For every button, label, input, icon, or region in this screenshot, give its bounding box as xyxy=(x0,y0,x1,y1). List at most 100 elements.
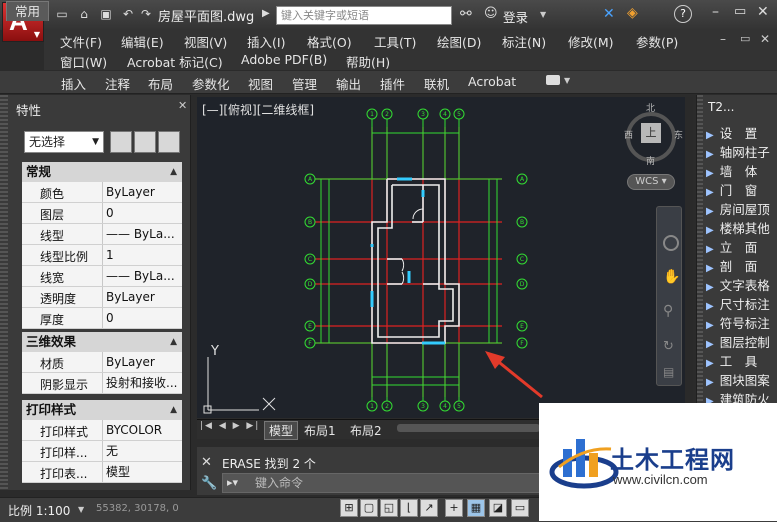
exchange-icon[interactable]: ✕ xyxy=(603,6,615,22)
panel-grip[interactable] xyxy=(0,95,8,490)
chevron-down-icon[interactable]: ▼ xyxy=(78,505,84,514)
cursor-coordinates[interactable]: 55382, 30178, 0 xyxy=(96,503,179,514)
palette-item[interactable]: ▶ 工 具 xyxy=(706,351,757,370)
menu-view[interactable]: 视图(V) xyxy=(184,32,227,51)
layout-nav-arrows[interactable]: |◀ ◀ ▶ ▶| xyxy=(200,421,260,431)
palette-item[interactable]: ▶ 门 窗 xyxy=(706,180,757,199)
zoom-icon[interactable]: ⚲ xyxy=(663,303,673,319)
menu-help[interactable]: 帮助(H) xyxy=(346,52,390,71)
wcs-menu[interactable]: WCS ▾ xyxy=(627,174,675,190)
ortho-mode-icon[interactable]: ⌊ xyxy=(400,499,418,517)
palette-item[interactable]: ▶ 符号标注 xyxy=(706,313,770,332)
quick-select-icon[interactable] xyxy=(158,131,180,153)
close-icon[interactable]: ✕ xyxy=(178,99,187,112)
tab-online[interactable]: 联机 xyxy=(424,74,449,93)
property-row[interactable]: 打印样式 BYCOLOR xyxy=(22,420,182,441)
menu-draw[interactable]: 绘图(D) xyxy=(437,32,481,51)
horizontal-scrollbar[interactable] xyxy=(397,424,540,432)
annotation-scale[interactable]: 比例 1:100 xyxy=(8,502,70,519)
property-value[interactable]: 1 xyxy=(102,245,186,265)
restore-doc-icon[interactable]: ▭ xyxy=(740,32,750,45)
section-3d-effects[interactable]: 三维效果 ▲ xyxy=(22,332,182,352)
orbit-icon[interactable]: ↻ xyxy=(663,339,674,354)
menu-tools[interactable]: 工具(T) xyxy=(374,32,416,51)
tab-parametric[interactable]: 参数化 xyxy=(192,74,230,93)
property-row[interactable]: 颜色 ByLayer xyxy=(22,182,182,203)
tab-output[interactable]: 输出 xyxy=(336,74,361,93)
property-value[interactable]: ByLayer xyxy=(102,352,186,372)
palette-item[interactable]: ▶ 尺寸标注 xyxy=(706,294,770,313)
close-icon[interactable]: ✕ xyxy=(757,4,769,20)
property-value[interactable]: 投射和接收... xyxy=(102,373,186,393)
select-objects-icon[interactable] xyxy=(134,131,156,153)
menu-modify[interactable]: 修改(M) xyxy=(568,32,614,51)
ribbon-toggle-icon[interactable] xyxy=(546,75,560,85)
property-row[interactable]: 线型比例 1 xyxy=(22,245,182,266)
property-row[interactable]: 线型 —— ByLa... xyxy=(22,224,182,245)
palette-item[interactable]: ▶ 墙 体 xyxy=(706,161,757,180)
login-link[interactable]: 登录 xyxy=(503,7,528,26)
property-row[interactable]: 打印样... 无 xyxy=(22,441,182,462)
tab-insert[interactable]: 插入 xyxy=(61,74,86,93)
menu-edit[interactable]: 编辑(E) xyxy=(121,32,164,51)
tab-layout2[interactable]: 布局2 xyxy=(350,422,382,439)
menu-insert[interactable]: 插入(I) xyxy=(247,32,285,51)
steering-wheel-icon[interactable] xyxy=(663,235,679,251)
property-row[interactable]: 厚度 0 xyxy=(22,308,182,329)
pan-hand-icon[interactable]: ✋ xyxy=(663,269,680,285)
menu-parametric[interactable]: 参数(P) xyxy=(636,32,678,51)
property-value[interactable]: BYCOLOR xyxy=(102,420,186,440)
palette-item[interactable]: ▶ 图层控制 xyxy=(706,332,770,351)
command-prompt-icon[interactable]: ▸▾ xyxy=(227,474,238,492)
drawing-canvas[interactable]: 1 2 3 4 5 1 2 3 4 5 A B C D E F A B C D … xyxy=(197,97,693,418)
property-row[interactable]: 打印表... 模型 xyxy=(22,462,182,483)
tab-manage[interactable]: 管理 xyxy=(292,74,317,93)
property-value[interactable]: ByLayer xyxy=(102,182,186,202)
showmotion-icon[interactable]: ▤ xyxy=(663,365,674,379)
vertical-scrollbar[interactable] xyxy=(685,97,693,418)
help-icon[interactable]: ? xyxy=(674,5,692,23)
object-snap-icon[interactable]: + xyxy=(445,499,463,517)
close-command-icon[interactable]: ✕ xyxy=(201,455,212,470)
tab-layout[interactable]: 布局 xyxy=(148,74,173,93)
close-doc-icon[interactable]: ✕ xyxy=(760,32,770,46)
wrench-icon[interactable]: 🔧 xyxy=(201,476,217,491)
undo-icon[interactable]: ↶ xyxy=(120,7,136,21)
object-snap-tracking-icon[interactable]: ▦ xyxy=(467,499,485,517)
property-value[interactable]: 0 xyxy=(102,308,186,328)
viewcube-top-face[interactable]: 上 xyxy=(641,123,661,143)
property-value[interactable]: 0 xyxy=(102,203,186,223)
minimize-doc-icon[interactable]: – xyxy=(720,32,726,46)
palette-item[interactable]: ▶ 文字表格 xyxy=(706,275,770,294)
maximize-icon[interactable]: ▭ xyxy=(734,4,746,19)
palette-item[interactable]: ▶ 楼梯其他 xyxy=(706,218,770,237)
tab-model[interactable]: 模型 xyxy=(264,421,299,440)
toggle-pickadd-icon[interactable] xyxy=(110,131,132,153)
search-input[interactable]: 键入关键字或短语 xyxy=(276,6,452,25)
palette-item[interactable]: ▶ 轴网柱子 xyxy=(706,142,770,161)
tab-view[interactable]: 视图 xyxy=(248,74,273,93)
redo-icon[interactable]: ↷ xyxy=(138,7,154,21)
property-value[interactable]: —— ByLa... xyxy=(102,266,186,286)
tab-plugins[interactable]: 插件 xyxy=(380,74,405,93)
property-row[interactable]: 图层 0 xyxy=(22,203,182,224)
tab-annotate[interactable]: 注释 xyxy=(105,74,130,93)
property-value[interactable]: ByLayer xyxy=(102,287,186,307)
menu-dimension[interactable]: 标注(N) xyxy=(502,32,546,51)
tab-layout1[interactable]: 布局1 xyxy=(304,422,336,439)
property-row[interactable]: 透明度 ByLayer xyxy=(22,287,182,308)
infer-constraints-icon[interactable]: ⊞ xyxy=(340,499,358,517)
property-value[interactable]: 模型 xyxy=(102,462,186,482)
chevron-down-icon[interactable]: ▼ xyxy=(540,10,546,19)
palette-item[interactable]: ▶ 立 面 xyxy=(706,237,757,256)
user-icon[interactable]: ☺ xyxy=(484,6,498,21)
palette-item[interactable]: ▶ 设 置 xyxy=(706,123,757,142)
property-row[interactable]: 线宽 —— ByLa... xyxy=(22,266,182,287)
polar-tracking-icon[interactable]: ↗ xyxy=(420,499,438,517)
tab-home[interactable]: 常用 xyxy=(6,1,50,21)
new-file-icon[interactable]: ▭ xyxy=(54,7,70,21)
open-folder-icon[interactable]: ⌂ xyxy=(76,7,92,21)
palette-item[interactable]: ▶ 图块图案 xyxy=(706,370,770,389)
palette-item[interactable]: ▶ 房间屋顶 xyxy=(706,199,770,218)
chevron-down-icon[interactable]: ▼ xyxy=(564,76,570,85)
